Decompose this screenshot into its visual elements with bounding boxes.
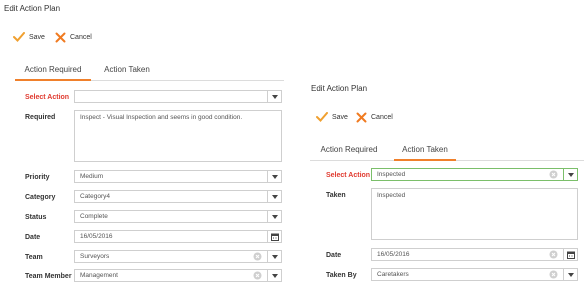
date-input[interactable]: 16/05/2016 (74, 230, 282, 243)
edit-action-plan-panel-required: Edit Action Plan Save Cancel Action Requ… (0, 0, 290, 289)
taken-label: Taken (326, 192, 346, 199)
team-dropdown[interactable]: Surveyors (74, 250, 282, 263)
x-icon (55, 32, 66, 43)
taken-text: Inspected (377, 192, 406, 199)
calendar-icon[interactable] (563, 249, 577, 260)
tab-action-required[interactable]: Action Required (310, 143, 388, 161)
taken-textarea[interactable]: Inspected (371, 188, 578, 240)
panel-title: Edit Action Plan (4, 4, 61, 13)
select-action-label: Select Action (25, 94, 70, 101)
required-text: Inspect - Visual Inspection and seems in… (80, 114, 243, 121)
clear-icon[interactable] (549, 270, 558, 279)
clear-icon[interactable] (253, 252, 262, 261)
checkmark-icon (316, 112, 328, 122)
status-value: Complete (80, 213, 108, 220)
team-value: Surveyors (80, 253, 110, 260)
select-action-dropdown[interactable] (74, 90, 282, 103)
chevron-down-icon[interactable] (267, 251, 281, 262)
panel-title: Edit Action Plan (311, 84, 368, 93)
chevron-down-icon[interactable] (267, 211, 281, 222)
category-label: Category (25, 194, 56, 201)
save-button[interactable]: Save (316, 112, 348, 122)
required-label: Required (25, 114, 56, 121)
team-member-dropdown[interactable]: Management (74, 269, 282, 282)
chevron-down-icon[interactable] (267, 270, 281, 281)
priority-value: Medium (80, 173, 104, 180)
chevron-down-icon[interactable] (267, 91, 281, 102)
category-value: Category4 (80, 193, 110, 200)
date-label: Date (25, 234, 41, 241)
taken-by-label: Taken By (326, 272, 357, 279)
team-member-label: Team Member (25, 273, 72, 280)
tab-action-required[interactable]: Action Required (15, 63, 91, 81)
date-value: 16/05/2016 (80, 233, 113, 240)
x-icon (356, 112, 367, 123)
cancel-label: Cancel (70, 34, 92, 41)
taken-by-value: Caretakers (377, 271, 409, 278)
tab-bar: Action Required Action Taken (15, 63, 284, 81)
date-value: 16/05/2016 (377, 251, 410, 258)
cancel-button[interactable]: Cancel (55, 32, 92, 43)
checkmark-icon (13, 32, 25, 42)
status-label: Status (25, 214, 47, 221)
select-action-label: Select Action (326, 172, 371, 179)
chevron-down-icon[interactable] (563, 269, 577, 280)
team-label: Team (25, 254, 43, 261)
cancel-label: Cancel (371, 114, 393, 121)
chevron-down-icon[interactable] (267, 171, 281, 182)
team-member-value: Management (80, 272, 118, 279)
chevron-down-icon[interactable] (267, 191, 281, 202)
tab-action-taken[interactable]: Action Taken (97, 63, 157, 81)
clear-icon[interactable] (549, 170, 558, 179)
edit-action-plan-panel-taken: Edit Action Plan Save Cancel Action Requ… (303, 76, 584, 289)
tab-bar: Action Required Action Taken (310, 143, 584, 161)
save-label: Save (29, 33, 45, 41)
taken-by-dropdown[interactable]: Caretakers (371, 268, 578, 281)
cancel-button[interactable]: Cancel (356, 112, 393, 123)
save-button[interactable]: Save (13, 32, 45, 42)
clear-icon[interactable] (549, 250, 558, 259)
priority-label: Priority (25, 174, 50, 181)
calendar-icon[interactable] (267, 231, 281, 242)
select-action-dropdown[interactable]: Inspected (371, 168, 578, 181)
clear-icon[interactable] (253, 271, 262, 280)
required-textarea[interactable]: Inspect - Visual Inspection and seems in… (74, 110, 282, 162)
priority-dropdown[interactable]: Medium (74, 170, 282, 183)
select-action-value: Inspected (377, 171, 406, 178)
category-dropdown[interactable]: Category4 (74, 190, 282, 203)
date-label: Date (326, 252, 342, 259)
tab-action-taken[interactable]: Action Taken (394, 143, 456, 161)
chevron-down-icon[interactable] (563, 169, 577, 180)
status-dropdown[interactable]: Complete (74, 210, 282, 223)
date-input[interactable]: 16/05/2016 (371, 248, 578, 261)
save-label: Save (332, 113, 348, 121)
